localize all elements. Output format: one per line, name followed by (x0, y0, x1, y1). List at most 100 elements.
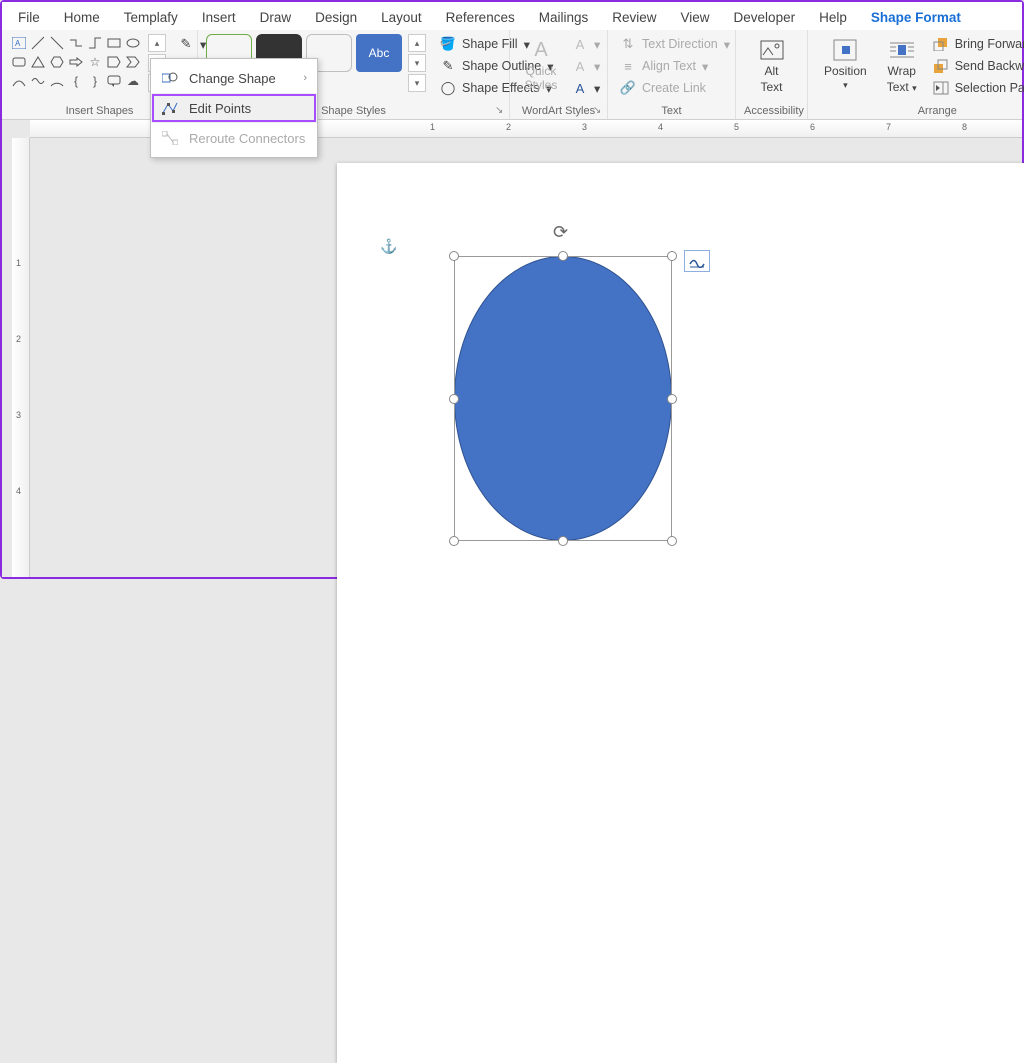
resize-handle-n[interactable] (558, 251, 568, 261)
style-preset-selected[interactable]: Abc (356, 34, 402, 72)
shape-bracket2-icon[interactable]: } (86, 72, 104, 90)
shape-roundrect-icon[interactable] (10, 53, 28, 71)
resize-handle-ne[interactable] (667, 251, 677, 261)
group-accessibility: Alt Text Accessibility (736, 30, 808, 119)
resize-handle-w[interactable] (449, 394, 459, 404)
align-text-label: Align Text (642, 59, 696, 73)
shape-hexagon-icon[interactable] (48, 53, 66, 71)
tab-insert[interactable]: Insert (190, 5, 248, 30)
ruler-v-tick: 4 (16, 486, 21, 496)
alt-text-icon (758, 38, 786, 62)
ruler-h-tick: 6 (810, 122, 815, 132)
shape-oval-icon[interactable] (124, 34, 142, 52)
shape-cloud-icon[interactable]: ☁ (124, 72, 142, 90)
position-button[interactable]: Position▾ (816, 34, 875, 95)
bring-forward-button[interactable]: Bring Forward ▾ (929, 34, 1024, 54)
tab-home[interactable]: Home (52, 5, 112, 30)
tab-shape-format[interactable]: Shape Format (859, 5, 973, 30)
shape-styles-launcher-icon[interactable]: ↘ (495, 105, 507, 117)
shape-pentagon-icon[interactable] (105, 53, 123, 71)
create-link-label: Create Link (642, 81, 706, 95)
change-shape-item[interactable]: Change Shape › (151, 63, 317, 93)
resize-handle-se[interactable] (667, 536, 677, 546)
resize-handle-e[interactable] (667, 394, 677, 404)
reroute-connectors-item: Reroute Connectors (151, 123, 317, 153)
shape-arc-icon[interactable] (48, 72, 66, 90)
document-page[interactable] (337, 163, 1024, 1063)
styles-gallery-up-icon[interactable]: ▴ (408, 34, 426, 52)
vertical-ruler[interactable]: 1 2 3 4 (12, 138, 30, 577)
edit-shape-icon: ✎ (178, 36, 194, 52)
anchor-icon[interactable]: ⚓ (380, 238, 397, 255)
align-text-button: ≡Align Text ▾ (616, 56, 734, 76)
document-workspace[interactable]: 1 2 3 4 ⚓ ⟳ (2, 138, 1022, 577)
reroute-label: Reroute Connectors (189, 131, 305, 146)
ribbon: A ☆ { } ☁ (2, 30, 1022, 120)
edit-points-item[interactable]: Edit Points (151, 93, 317, 123)
group-text: ⇅Text Direction ▾ ≡Align Text ▾ 🔗Create … (608, 30, 736, 119)
shape-elbow-icon[interactable] (86, 34, 104, 52)
send-backward-button[interactable]: Send Backward ▾ (929, 56, 1024, 76)
tab-review[interactable]: Review (600, 5, 668, 30)
fill-bucket-icon: 🪣 (440, 36, 456, 52)
selected-shape[interactable]: ⟳ (454, 256, 672, 541)
selection-pane-icon (933, 80, 949, 96)
gallery-up-icon[interactable]: ▴ (148, 34, 166, 52)
tab-draw[interactable]: Draw (248, 5, 304, 30)
shape-rightarrow-icon[interactable] (67, 53, 85, 71)
shape-star-icon[interactable]: ☆ (86, 53, 104, 71)
tab-view[interactable]: View (669, 5, 722, 30)
shapes-gallery[interactable]: A ☆ { } ☁ (10, 34, 142, 90)
tab-developer[interactable]: Developer (722, 5, 808, 30)
resize-handle-sw[interactable] (449, 536, 459, 546)
change-shape-icon (161, 69, 179, 87)
shape-connector-icon[interactable] (67, 34, 85, 52)
ribbon-tabs: File Home Templafy Insert Draw Design La… (2, 2, 1022, 30)
tab-templafy[interactable]: Templafy (112, 5, 190, 30)
svg-text:A: A (15, 39, 21, 48)
wrap-text-button[interactable]: Wrap Text ▾ (879, 34, 925, 98)
group-label-arrange: Arrange (816, 105, 1024, 117)
text-direction-button: ⇅Text Direction ▾ (616, 34, 734, 54)
shape-curve2-icon[interactable] (29, 72, 47, 90)
shape-triangle-icon[interactable] (29, 53, 47, 71)
tab-layout[interactable]: Layout (369, 5, 434, 30)
selection-pane-button[interactable]: Selection Pane (929, 78, 1024, 98)
tab-references[interactable]: References (434, 5, 527, 30)
effects-icon: ◯ (440, 80, 456, 96)
text-effects-icon: A (572, 80, 588, 96)
tab-design[interactable]: Design (303, 5, 369, 30)
position-icon (831, 38, 859, 62)
shape-callout-icon[interactable] (105, 72, 123, 90)
outline-pen-icon: ✎ (440, 58, 456, 74)
reroute-icon (161, 129, 179, 147)
text-effects-button[interactable]: A▾ (568, 78, 604, 98)
tab-mailings[interactable]: Mailings (527, 5, 601, 30)
styles-gallery-more-icon[interactable]: ▾ (408, 74, 426, 92)
tab-help[interactable]: Help (807, 5, 859, 30)
alt-text-button[interactable]: Alt Text (749, 34, 795, 98)
group-insert-shapes: A ☆ { } ☁ (2, 30, 198, 119)
resize-handle-nw[interactable] (449, 251, 459, 261)
shape-rect-icon[interactable] (105, 34, 123, 52)
rotate-handle-icon[interactable]: ⟳ (553, 222, 573, 242)
wrap-text-icon (888, 38, 916, 62)
wordart-launcher-icon[interactable]: ↘ (593, 105, 605, 117)
tab-file[interactable]: File (6, 5, 52, 30)
shape-curve-icon[interactable] (10, 72, 28, 90)
change-shape-label: Change Shape (189, 71, 276, 86)
shape-chevron-icon[interactable] (124, 53, 142, 71)
ruler-v-tick: 1 (16, 258, 21, 268)
shape-textbox-icon[interactable]: A (10, 34, 28, 52)
shape-line2-icon[interactable] (48, 34, 66, 52)
ruler-h-tick: 8 (962, 122, 967, 132)
shape-bracket-icon[interactable]: { (67, 72, 85, 90)
resize-handle-s[interactable] (558, 536, 568, 546)
shape-line-icon[interactable] (29, 34, 47, 52)
edit-points-label: Edit Points (189, 101, 251, 116)
styles-gallery-down-icon[interactable]: ▾ (408, 54, 426, 72)
group-label-accessibility: Accessibility (744, 105, 799, 117)
bring-forward-icon (933, 36, 949, 52)
layout-options-button[interactable] (684, 250, 710, 272)
wrap-text-label2: Text (887, 80, 909, 94)
